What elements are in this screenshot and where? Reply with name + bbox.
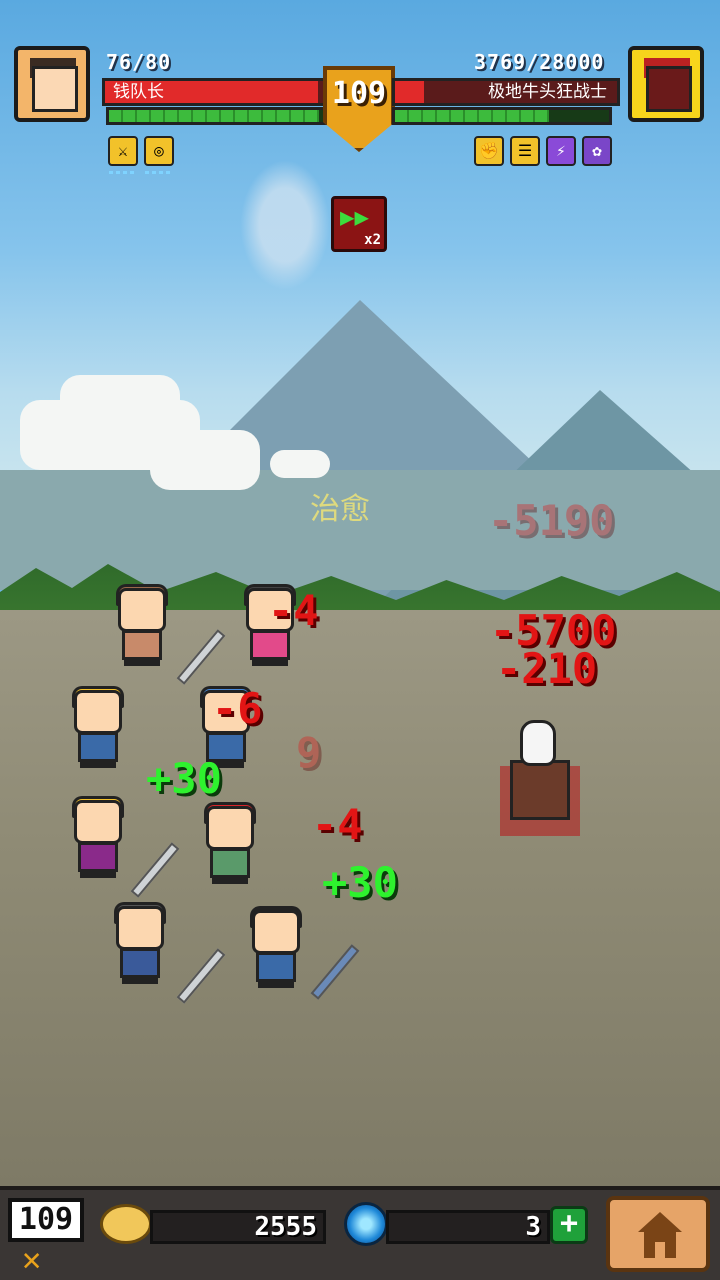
gem-amount: 3	[525, 1212, 541, 1242]
unit-body	[120, 948, 160, 978]
player-avatar[interactable]	[14, 46, 90, 122]
unit-head	[74, 800, 122, 844]
unit-body	[256, 952, 296, 982]
cloud	[270, 450, 330, 478]
skill-cooldown-indicator	[145, 171, 173, 174]
fast-forward-icon: ▶▶	[340, 203, 369, 231]
player-name: 钱队长	[113, 82, 164, 102]
enemy-hp-bar: 极地牛头狂战士	[392, 78, 620, 106]
avatar-face	[32, 66, 78, 112]
unit-feet	[80, 870, 116, 878]
gem-counter: 3	[386, 1210, 550, 1244]
player-skill-icon-1[interactable]: ⚔	[108, 136, 138, 166]
enemy-hp-fill	[395, 81, 424, 103]
player-xp-fill	[109, 110, 319, 122]
stage-level: 109	[331, 76, 387, 111]
enemy-name: 极地牛头狂战士	[488, 82, 607, 102]
enemy-hp-text: 3769/28000	[474, 50, 605, 74]
gold-coin-icon	[100, 1204, 152, 1244]
enemy-skill-icon-2[interactable]: ☰	[510, 136, 540, 166]
player-xp-bar	[106, 107, 328, 125]
unit-feet	[80, 760, 116, 768]
crossed-swords-icon: ✕	[22, 1240, 42, 1278]
hero-unit[interactable]	[68, 686, 128, 770]
unit-body	[122, 630, 162, 660]
enemy-boss[interactable]	[490, 720, 600, 860]
speed-toggle-button[interactable]: ▶▶ x2	[331, 196, 387, 252]
cloud	[60, 375, 180, 435]
home-icon-door	[655, 1242, 665, 1258]
speed-multiplier: x2	[364, 232, 381, 248]
unit-feet	[124, 658, 160, 666]
avatar-face	[646, 66, 692, 112]
damage-number: -6	[212, 684, 263, 733]
volcano-smoke	[240, 160, 330, 290]
hero-unit[interactable]	[112, 584, 172, 668]
unit-feet	[252, 658, 288, 666]
enemy-skill-icon-3[interactable]: ⚡	[546, 136, 576, 166]
boss-body	[510, 760, 570, 820]
player-skill-icon-2[interactable]: ◎	[144, 136, 174, 166]
coin-amount: 2555	[254, 1212, 317, 1242]
coin-counter: 2555	[150, 1210, 326, 1244]
unit-feet	[258, 980, 294, 988]
boss-mask	[520, 720, 556, 766]
damage-number-fading: -5190	[488, 496, 615, 545]
unit-feet	[212, 876, 248, 884]
home-icon	[638, 1212, 682, 1232]
home-button[interactable]	[606, 1196, 710, 1272]
enemy-skill-icon-4[interactable]: ✿	[582, 136, 612, 166]
heal-label: 治愈	[310, 492, 370, 527]
add-gems-button[interactable]: +	[550, 1206, 588, 1244]
unit-head	[252, 910, 300, 954]
damage-number: -4	[268, 586, 319, 635]
cloud	[150, 430, 260, 490]
damage-number: -4	[312, 800, 363, 849]
unit-head	[74, 690, 122, 734]
unit-head	[118, 588, 166, 632]
unit-feet	[122, 976, 158, 984]
hero-unit[interactable]	[110, 902, 170, 986]
enemy-xp-bar	[392, 107, 612, 125]
skill-cooldown-indicator	[109, 171, 137, 174]
unit-body	[210, 848, 250, 878]
heal-number: +30	[322, 858, 398, 907]
player-level: 109	[8, 1198, 84, 1242]
gem-icon	[344, 1202, 388, 1246]
hero-unit[interactable]	[68, 796, 128, 880]
enemy-skill-icon-1[interactable]: ✊	[474, 136, 504, 166]
unit-head	[116, 906, 164, 950]
enemy-avatar[interactable]	[628, 46, 704, 122]
unit-body	[78, 732, 118, 762]
damage-number: -210	[496, 644, 598, 693]
hero-unit[interactable]	[246, 906, 306, 990]
player-hp-text: 76/80	[106, 50, 172, 74]
damage-number-fading: 9	[296, 728, 322, 777]
player-hp-bar: 钱队长	[102, 78, 332, 106]
player-level-badge[interactable]: 109 ✕	[4, 1194, 88, 1278]
unit-body	[78, 842, 118, 872]
heal-number: +30	[146, 754, 222, 803]
unit-head	[206, 806, 254, 850]
hero-unit[interactable]	[200, 802, 260, 886]
enemy-xp-fill	[395, 110, 550, 122]
